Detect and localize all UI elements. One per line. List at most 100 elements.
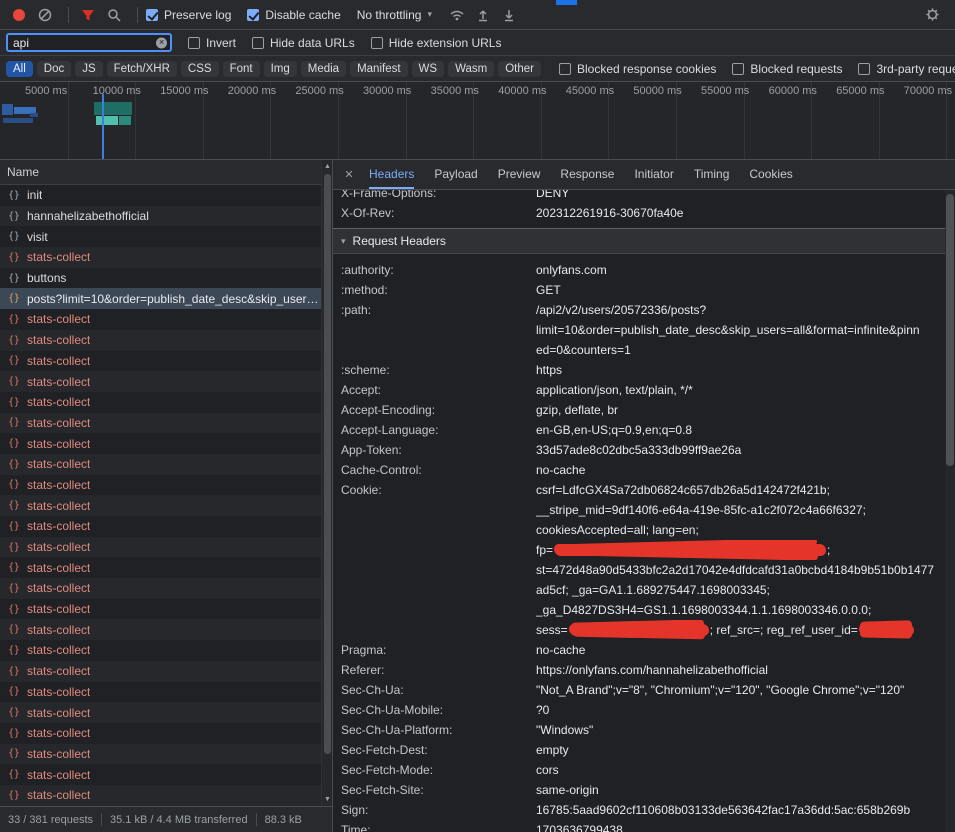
request-row[interactable]: {}stats-collect: [0, 744, 321, 765]
request-row[interactable]: {}stats-collect: [0, 309, 321, 330]
header-value-text: 16785:5aad9602cf110608b03133de563642fac1…: [536, 803, 910, 817]
timeline-overview[interactable]: 5000 ms10000 ms15000 ms20000 ms25000 ms3…: [0, 82, 955, 160]
header-name: App-Token:: [341, 440, 536, 460]
tab-response[interactable]: Response: [560, 160, 614, 189]
filter-checkbox-blocked-response-cookies[interactable]: Blocked response cookies: [559, 62, 716, 76]
request-row[interactable]: {}stats-collect: [0, 682, 321, 703]
request-row[interactable]: {}stats-collect: [0, 475, 321, 496]
request-row[interactable]: {}stats-collect: [0, 247, 321, 268]
settings-gear-icon[interactable]: [921, 4, 943, 26]
preserve-log-checkbox[interactable]: Preserve log: [146, 8, 231, 22]
request-name: stats-collect: [27, 312, 90, 326]
request-row[interactable]: {}visit: [0, 226, 321, 247]
request-row[interactable]: {}stats-collect: [0, 619, 321, 640]
request-row[interactable]: {}posts?limit=10&order=publish_date_desc…: [0, 288, 321, 309]
request-name: stats-collect: [27, 788, 90, 802]
hide-extension-urls-checkbox[interactable]: Hide extension URLs: [371, 36, 502, 50]
import-har-icon[interactable]: [472, 4, 494, 26]
header-value-text: onlyfans.com: [536, 263, 607, 277]
request-row[interactable]: {}stats-collect: [0, 557, 321, 578]
header-value-line: https://onlyfans.com/hannahelizabethoffi…: [536, 660, 943, 680]
header-value-line: 33d57ade8c02dbc5a333db99ff9ae26a: [536, 440, 943, 460]
request-row[interactable]: {}stats-collect: [0, 351, 321, 372]
tab-headers[interactable]: Headers: [369, 160, 414, 189]
request-row[interactable]: {}hannahelizabethofficial: [0, 206, 321, 227]
type-chip-other[interactable]: Other: [498, 61, 541, 77]
disable-cache-checkbox[interactable]: Disable cache: [247, 8, 340, 22]
header-name: Accept-Encoding:: [341, 400, 536, 420]
header-value-line: no-cache: [536, 460, 943, 480]
filter-checkbox-3rd-party-requests[interactable]: 3rd-party requests: [858, 62, 955, 76]
type-chip-doc[interactable]: Doc: [37, 61, 71, 77]
tab-initiator[interactable]: Initiator: [634, 160, 673, 189]
filter-icon[interactable]: [77, 4, 99, 26]
clear-icon[interactable]: [34, 4, 56, 26]
request-name: stats-collect: [27, 333, 90, 347]
type-chip-fetch-xhr[interactable]: Fetch/XHR: [107, 61, 177, 77]
type-chip-js[interactable]: JS: [75, 61, 102, 77]
search-icon[interactable]: [103, 4, 125, 26]
type-chip-img[interactable]: Img: [264, 61, 297, 77]
tab-timing[interactable]: Timing: [694, 160, 730, 189]
throttling-dropdown[interactable]: No throttling ▾: [357, 8, 432, 22]
request-row[interactable]: {}stats-collect: [0, 723, 321, 744]
record-icon[interactable]: [8, 4, 30, 26]
header-row-partial: X-Frame-Options: DENY: [333, 190, 955, 203]
request-row[interactable]: {}stats-collect: [0, 537, 321, 558]
request-name: stats-collect: [27, 540, 90, 554]
clear-filter-icon[interactable]: ✕: [156, 37, 167, 48]
type-chip-ws[interactable]: WS: [412, 61, 445, 77]
type-chip-manifest[interactable]: Manifest: [350, 61, 407, 77]
filter-checkbox-blocked-requests[interactable]: Blocked requests: [732, 62, 842, 76]
tab-preview[interactable]: Preview: [498, 160, 541, 189]
header-row: Referer:https://onlyfans.com/hannaheliza…: [333, 660, 955, 680]
request-name: visit: [27, 230, 48, 244]
checkbox-icon: [146, 9, 158, 21]
request-row[interactable]: {}stats-collect: [0, 785, 321, 806]
request-name: stats-collect: [27, 768, 90, 782]
preserve-log-label: Preserve log: [164, 8, 231, 22]
header-name: Sec-Fetch-Site:: [341, 780, 536, 800]
request-row[interactable]: {}stats-collect: [0, 640, 321, 661]
request-row[interactable]: {}stats-collect: [0, 371, 321, 392]
request-row[interactable]: {}stats-collect: [0, 661, 321, 682]
request-row[interactable]: {}stats-collect: [0, 413, 321, 434]
type-chip-all[interactable]: All: [6, 61, 33, 77]
scrollbar-thumb[interactable]: [324, 174, 331, 754]
details-scrollbar-thumb[interactable]: [946, 194, 954, 466]
tab-payload[interactable]: Payload: [434, 160, 477, 189]
type-chip-wasm[interactable]: Wasm: [448, 61, 494, 77]
request-headers-section-header[interactable]: ▾ Request Headers: [333, 228, 955, 254]
close-details-icon[interactable]: ✕: [339, 168, 359, 181]
name-column-header[interactable]: Name: [0, 160, 321, 185]
hide-data-urls-checkbox[interactable]: Hide data URLs: [252, 36, 355, 50]
request-row[interactable]: {}stats-collect: [0, 495, 321, 516]
filter-input[interactable]: api ✕: [6, 33, 172, 52]
invert-label: Invert: [206, 36, 236, 50]
request-row[interactable]: {}stats-collect: [0, 433, 321, 454]
type-chip-media[interactable]: Media: [301, 61, 346, 77]
network-conditions-icon[interactable]: [446, 4, 468, 26]
request-row[interactable]: {}stats-collect: [0, 702, 321, 723]
checkbox-icon: [858, 63, 870, 75]
details-scrollbar[interactable]: [945, 190, 955, 832]
request-row[interactable]: {}stats-collect: [0, 578, 321, 599]
request-row[interactable]: {}init: [0, 185, 321, 206]
export-har-icon[interactable]: [498, 4, 520, 26]
request-row[interactable]: {}stats-collect: [0, 454, 321, 475]
request-row[interactable]: {}stats-collect: [0, 516, 321, 537]
invert-checkbox[interactable]: Invert: [188, 36, 236, 50]
request-row[interactable]: {}stats-collect: [0, 599, 321, 620]
request-row[interactable]: {}stats-collect: [0, 764, 321, 785]
type-chip-font[interactable]: Font: [223, 61, 260, 77]
tab-cookies[interactable]: Cookies: [749, 160, 792, 189]
type-chip-css[interactable]: CSS: [181, 61, 219, 77]
header-name: :scheme:: [341, 360, 536, 380]
request-row[interactable]: {}buttons: [0, 268, 321, 289]
request-row[interactable]: {}stats-collect: [0, 392, 321, 413]
toolbar-divider: [68, 7, 69, 23]
request-list-scrollbar[interactable]: ▲ ▼: [321, 160, 332, 806]
checkbox-icon: [371, 37, 383, 49]
request-headers-list: :authority:onlyfans.com:method:GET:path:…: [333, 254, 955, 832]
request-row[interactable]: {}stats-collect: [0, 330, 321, 351]
